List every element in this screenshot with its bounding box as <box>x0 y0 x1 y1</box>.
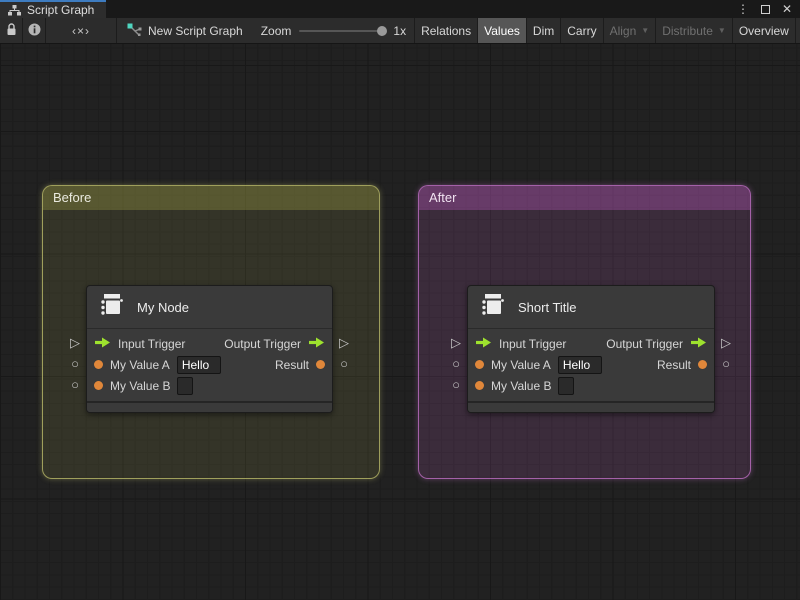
graph-canvas[interactable]: Before After ▷ ○ ○ ▷ ○ My Node Input Tri… <box>0 44 800 600</box>
code-icon: ‹×› <box>72 23 90 38</box>
port-label-my-value-b: My Value B <box>110 378 171 393</box>
lock-button[interactable] <box>0 18 22 43</box>
value-port-icon[interactable] <box>698 360 707 369</box>
port-label-my-value-b: My Value B <box>491 378 552 393</box>
port-label-result: Result <box>274 357 309 372</box>
node-box[interactable]: Short Title Input Trigger Output Trigger <box>467 285 715 413</box>
node-footer <box>87 401 332 412</box>
code-preview-button[interactable]: ‹×› <box>46 18 116 43</box>
overview-button[interactable]: Overview <box>733 18 795 43</box>
zoom-slider[interactable] <box>299 25 388 36</box>
port-label-output-trigger: Output Trigger <box>606 336 683 351</box>
value-port-icon[interactable] <box>94 381 103 390</box>
tab-script-graph[interactable]: Script Graph <box>0 0 107 18</box>
relations-button[interactable]: Relations <box>415 18 477 43</box>
tab-bar: Script Graph ⋮ ✕ <box>0 0 800 18</box>
node-header[interactable]: Short Title <box>468 286 714 329</box>
align-button[interactable]: Align ▼ <box>604 18 656 43</box>
carry-button[interactable]: Carry <box>561 18 602 43</box>
port-row-value-b: My Value B <box>94 375 325 396</box>
port-label-result: Result <box>656 357 691 372</box>
result-port-outer[interactable]: ○ <box>718 356 734 372</box>
distribute-button[interactable]: Distribute ▼ <box>656 18 732 43</box>
input-flow-port-outer[interactable]: ▷ <box>448 335 464 351</box>
distribute-label: Distribute <box>662 23 713 38</box>
tab-title: Script Graph <box>27 3 95 17</box>
port-row-triggers: Input Trigger Output Trigger <box>94 333 325 354</box>
window-controls: ⋮ ✕ <box>737 0 800 18</box>
value-port-icon[interactable] <box>475 381 484 390</box>
graph-name: New Script Graph <box>117 18 253 43</box>
port-label-input-trigger: Input Trigger <box>499 336 567 351</box>
script-graph-window: Script Graph ⋮ ✕ ‹×› New Script Graph Zo… <box>0 0 800 600</box>
maximize-icon[interactable] <box>760 4 770 14</box>
value-a-port-outer[interactable]: ○ <box>67 356 83 372</box>
flow-out-icon[interactable] <box>308 337 325 351</box>
output-flow-port-outer[interactable]: ▷ <box>718 335 734 351</box>
port-label-my-value-a: My Value A <box>491 357 551 372</box>
chevron-down-icon: ▼ <box>641 26 650 35</box>
value-b-port-outer[interactable]: ○ <box>448 377 464 393</box>
node-box[interactable]: My Node Input Trigger Output Trigger My … <box>86 285 333 413</box>
unit-icon <box>480 291 507 323</box>
node-title: Short Title <box>518 299 577 315</box>
dim-button[interactable]: Dim <box>527 18 560 43</box>
fullscreen-button[interactable]: Full Screen <box>796 18 800 43</box>
value-port-icon[interactable] <box>316 360 325 369</box>
align-label: Align <box>609 23 637 38</box>
node-header[interactable]: My Node <box>87 286 332 329</box>
value-a-input[interactable] <box>557 355 602 374</box>
node-body: Input Trigger Output Trigger My Value A … <box>87 329 332 401</box>
port-row-triggers: Input Trigger Output Trigger <box>475 333 707 354</box>
port-label-my-value-a: My Value A <box>110 357 170 372</box>
chevron-down-icon: ▼ <box>717 26 726 35</box>
node-short-title[interactable]: ▷ ○ ○ ▷ ○ Short Title Input Trigger Outp… <box>451 285 731 413</box>
value-b-port-outer[interactable]: ○ <box>67 377 83 393</box>
result-port-outer[interactable]: ○ <box>336 356 352 372</box>
flow-in-icon[interactable] <box>475 337 492 351</box>
values-button[interactable]: Values <box>478 18 526 43</box>
unit-icon <box>99 291 126 323</box>
graph-hierarchy-icon <box>8 4 21 16</box>
graph-toolbar: ‹×› New Script Graph Zoom 1x Relations V… <box>0 18 800 44</box>
port-label-input-trigger: Input Trigger <box>118 336 186 351</box>
output-flow-port-outer[interactable]: ▷ <box>336 335 352 351</box>
info-icon <box>28 23 41 39</box>
node-footer <box>468 401 714 412</box>
port-row-value-b: My Value B <box>475 375 707 396</box>
value-b-input[interactable] <box>558 376 575 395</box>
flow-out-icon[interactable] <box>690 337 707 351</box>
zoom-value: 1x <box>393 23 407 38</box>
value-port-icon[interactable] <box>475 360 484 369</box>
port-row-value-a: My Value A Result <box>94 354 325 375</box>
flow-in-icon[interactable] <box>94 337 111 351</box>
zoom-control: Zoom 1x <box>253 18 414 43</box>
node-body: Input Trigger Output Trigger My Value A … <box>468 329 714 401</box>
value-b-input[interactable] <box>177 376 194 395</box>
close-icon[interactable]: ✕ <box>782 0 792 18</box>
group-after-header[interactable]: After <box>419 186 750 210</box>
value-port-icon[interactable] <box>94 360 103 369</box>
lock-icon <box>6 22 17 39</box>
node-my-node[interactable]: ▷ ○ ○ ▷ ○ My Node Input Trigger Output T… <box>70 285 349 413</box>
script-graph-asset-icon <box>127 23 142 39</box>
port-row-value-a: My Value A Result <box>475 354 707 375</box>
zoom-label: Zoom <box>260 23 292 38</box>
input-flow-port-outer[interactable]: ▷ <box>67 335 83 351</box>
value-a-port-outer[interactable]: ○ <box>448 356 464 372</box>
port-label-output-trigger: Output Trigger <box>224 336 301 351</box>
value-a-input[interactable] <box>176 355 221 374</box>
info-button[interactable] <box>23 18 45 43</box>
node-title: My Node <box>137 299 190 315</box>
more-menu-icon[interactable]: ⋮ <box>737 0 749 18</box>
tabbar-spacer <box>106 0 737 18</box>
graph-name-label: New Script Graph <box>148 23 243 38</box>
group-before-header[interactable]: Before <box>43 186 379 210</box>
zoom-slider-handle[interactable] <box>377 25 388 36</box>
